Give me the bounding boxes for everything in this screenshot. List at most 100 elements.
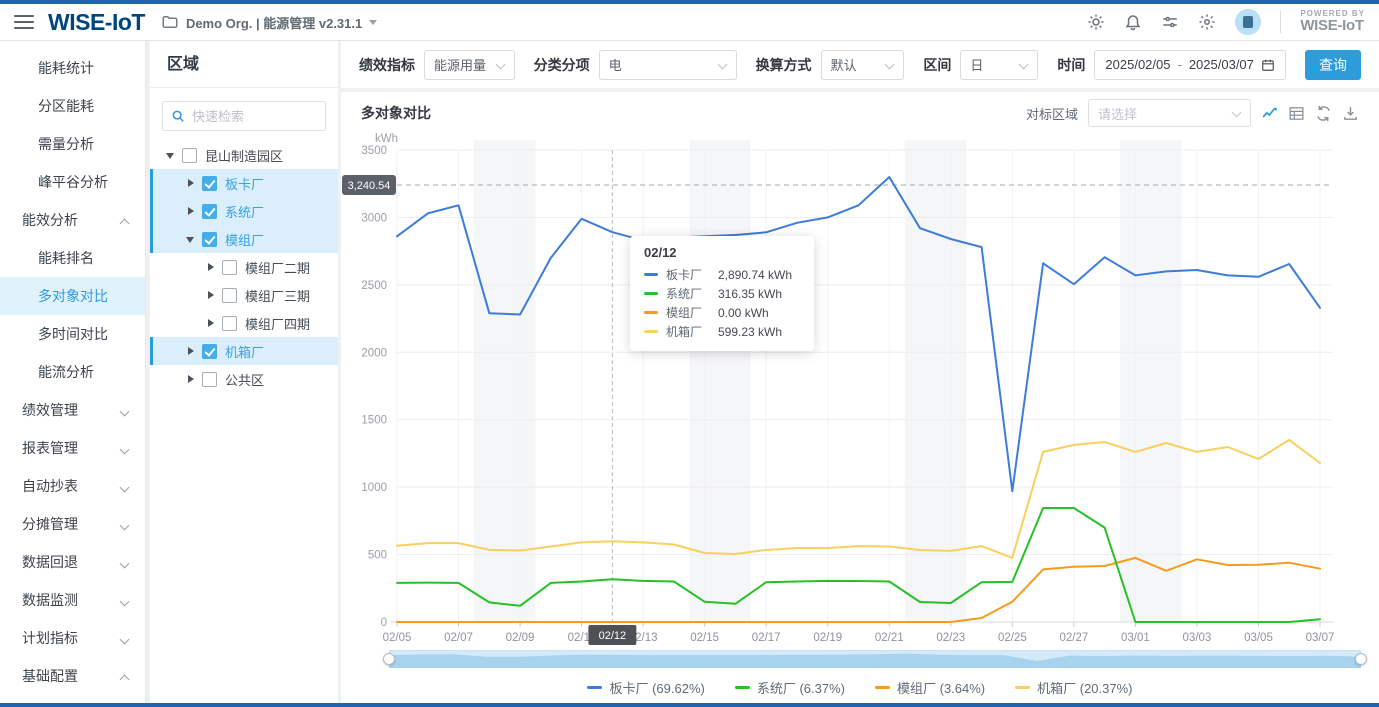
- interval-select-value: 日: [970, 55, 983, 74]
- tree-node-系统厂[interactable]: 系统厂: [150, 197, 338, 225]
- sidebar-item-能效分析[interactable]: 能效分析: [0, 201, 145, 239]
- tree-search-box[interactable]: [162, 101, 326, 131]
- tree-search-input[interactable]: [192, 109, 317, 124]
- checkbox-unchecked[interactable]: [202, 372, 217, 387]
- hamburger-menu-icon[interactable]: [14, 15, 34, 29]
- tooltip-row-板卡厂: 板卡厂2,890.74 kWh: [644, 265, 800, 284]
- sidebar-item-计划指标[interactable]: 计划指标: [0, 619, 145, 657]
- checkbox-unchecked[interactable]: [222, 316, 237, 331]
- theme-icon[interactable]: [1087, 13, 1105, 31]
- gear-icon[interactable]: [1198, 13, 1216, 31]
- tree-node-label: 模组厂三期: [245, 286, 310, 305]
- org-selector[interactable]: Demo Org. | 能源管理 v2.31.1: [161, 13, 377, 32]
- caret-down-icon[interactable]: [166, 150, 176, 160]
- user-avatar[interactable]: [1235, 9, 1261, 35]
- sidebar-item-多对象对比[interactable]: 多对象对比: [0, 277, 145, 315]
- sidebar-item-需量分析[interactable]: 需量分析: [0, 125, 145, 163]
- table-view-icon[interactable]: [1288, 105, 1305, 122]
- kpi-select[interactable]: 能源用量: [424, 50, 515, 80]
- caret-right-icon[interactable]: [186, 206, 196, 216]
- caret-down-icon[interactable]: [186, 234, 196, 244]
- query-button[interactable]: 查询: [1305, 50, 1361, 80]
- refresh-icon[interactable]: [1315, 105, 1332, 122]
- tree-node-模组厂二期[interactable]: 模组厂二期: [150, 253, 338, 281]
- chevron-down-icon: [121, 634, 129, 642]
- data-zoom-handle-left[interactable]: [383, 653, 395, 665]
- app-logo: WISE-IoT: [48, 9, 145, 36]
- tree-node-昆山制造园区[interactable]: 昆山制造园区: [150, 141, 338, 169]
- category-select[interactable]: 电: [599, 50, 737, 80]
- sidebar-item-分摊管理[interactable]: 分摊管理: [0, 505, 145, 543]
- sidebar-item-多时间对比[interactable]: 多时间对比: [0, 315, 145, 353]
- data-zoom-handle-right[interactable]: [1355, 653, 1367, 665]
- chevron-down-icon: [121, 482, 129, 490]
- sidebar-item-数据监测[interactable]: 数据监测: [0, 581, 145, 619]
- checkbox-checked[interactable]: [202, 176, 217, 191]
- tree-node-公共区[interactable]: 公共区: [150, 365, 338, 393]
- caret-right-icon[interactable]: [206, 290, 216, 300]
- tree-node-板卡厂[interactable]: 板卡厂: [150, 169, 338, 197]
- sidebar-item-分区能耗[interactable]: 分区能耗: [0, 87, 145, 125]
- sidebar-item-能耗统计[interactable]: 能耗统计: [0, 49, 145, 87]
- powered-by-brand: WISE-IoT: [1300, 18, 1365, 34]
- sidebar-item-基础配置[interactable]: 基础配置: [0, 657, 145, 695]
- legend-item-系统厂 (6.37%)[interactable]: 系统厂 (6.37%): [735, 678, 845, 697]
- legend-dash: [735, 686, 750, 689]
- settings-sliders-icon[interactable]: [1161, 13, 1179, 31]
- chevron-down-icon: [1233, 109, 1241, 117]
- sidebar-item-label: 多对象对比: [38, 286, 108, 306]
- svg-text:500: 500: [368, 550, 387, 562]
- tooltip-series-value: 2,890.74 kWh: [718, 268, 792, 282]
- sidebar-item-峰平谷分析[interactable]: 峰平谷分析: [0, 163, 145, 201]
- tree-node-机箱厂[interactable]: 机箱厂: [150, 337, 338, 365]
- chart-legend: 板卡厂 (69.62%) 系统厂 (6.37%) 模组厂 (3.64%) 机箱厂 (2…: [341, 678, 1379, 697]
- sidebar-item-能耗排名[interactable]: 能耗排名: [0, 239, 145, 277]
- tree-node-模组厂三期[interactable]: 模组厂三期: [150, 281, 338, 309]
- chart-card-header: 多对象对比 对标区域 请选择: [341, 92, 1379, 134]
- legend-item-板卡厂 (69.62%)[interactable]: 板卡厂 (69.62%): [587, 678, 704, 697]
- svg-text:02/19: 02/19: [813, 632, 842, 644]
- tooltip-series-dash: [644, 330, 658, 333]
- conversion-select-value: 默认: [831, 55, 857, 74]
- svg-text:02/09: 02/09: [506, 632, 535, 644]
- tooltip-series-value: 599.23 kWh: [718, 325, 782, 339]
- caret-right-icon[interactable]: [206, 262, 216, 272]
- tree-node-label: 模组厂二期: [245, 258, 310, 277]
- tree-node-模组厂四期[interactable]: 模组厂四期: [150, 309, 338, 337]
- caret-right-icon[interactable]: [186, 346, 196, 356]
- benchmark-select[interactable]: 请选择: [1088, 99, 1251, 127]
- legend-item-模组厂 (3.64%)[interactable]: 模组厂 (3.64%): [875, 678, 985, 697]
- interval-select[interactable]: 日: [960, 50, 1038, 80]
- download-icon[interactable]: [1342, 105, 1359, 122]
- notifications-bell-icon[interactable]: [1124, 13, 1142, 31]
- sidebar-item-label: 分区能耗: [38, 96, 94, 116]
- tree-node-模组厂[interactable]: 模组厂: [150, 225, 338, 253]
- checkbox-checked[interactable]: [202, 204, 217, 219]
- chevron-down-icon: [121, 406, 129, 414]
- checkbox-unchecked[interactable]: [182, 148, 197, 163]
- sidebar-item-绩效管理[interactable]: 绩效管理: [0, 391, 145, 429]
- sidebar-item-label: 能耗统计: [38, 58, 94, 78]
- conversion-select[interactable]: 默认: [821, 50, 905, 80]
- line-chart-view-icon[interactable]: [1261, 105, 1278, 122]
- sidebar-item-数据回退[interactable]: 数据回退: [0, 543, 145, 581]
- benchmark-label: 对标区域: [1026, 104, 1078, 123]
- sidebar-item-报表管理[interactable]: 报表管理: [0, 429, 145, 467]
- checkbox-checked[interactable]: [202, 232, 217, 247]
- date-range-picker[interactable]: 2025/02/05 - 2025/03/07: [1094, 50, 1286, 80]
- legend-dash: [587, 686, 602, 689]
- caret-right-icon[interactable]: [206, 318, 216, 328]
- svg-text:02/07: 02/07: [444, 632, 473, 644]
- caret-right-icon[interactable]: [186, 178, 196, 188]
- caret-right-icon[interactable]: [186, 374, 196, 384]
- y-gridlines: [397, 150, 1332, 555]
- data-zoom-slider[interactable]: [389, 650, 1361, 668]
- checkbox-checked[interactable]: [202, 344, 217, 359]
- time-label: 时间: [1057, 55, 1085, 75]
- sidebar-item-自动抄表[interactable]: 自动抄表: [0, 467, 145, 505]
- comparison-chart-card: 多对象对比 对标区域 请选择 02/12 板卡厂2,890.74 kWh系: [341, 92, 1379, 703]
- sidebar-item-能流分析[interactable]: 能流分析: [0, 353, 145, 391]
- checkbox-unchecked[interactable]: [222, 260, 237, 275]
- checkbox-unchecked[interactable]: [222, 288, 237, 303]
- legend-item-机箱厂 (20.37%)[interactable]: 机箱厂 (20.37%): [1015, 678, 1132, 697]
